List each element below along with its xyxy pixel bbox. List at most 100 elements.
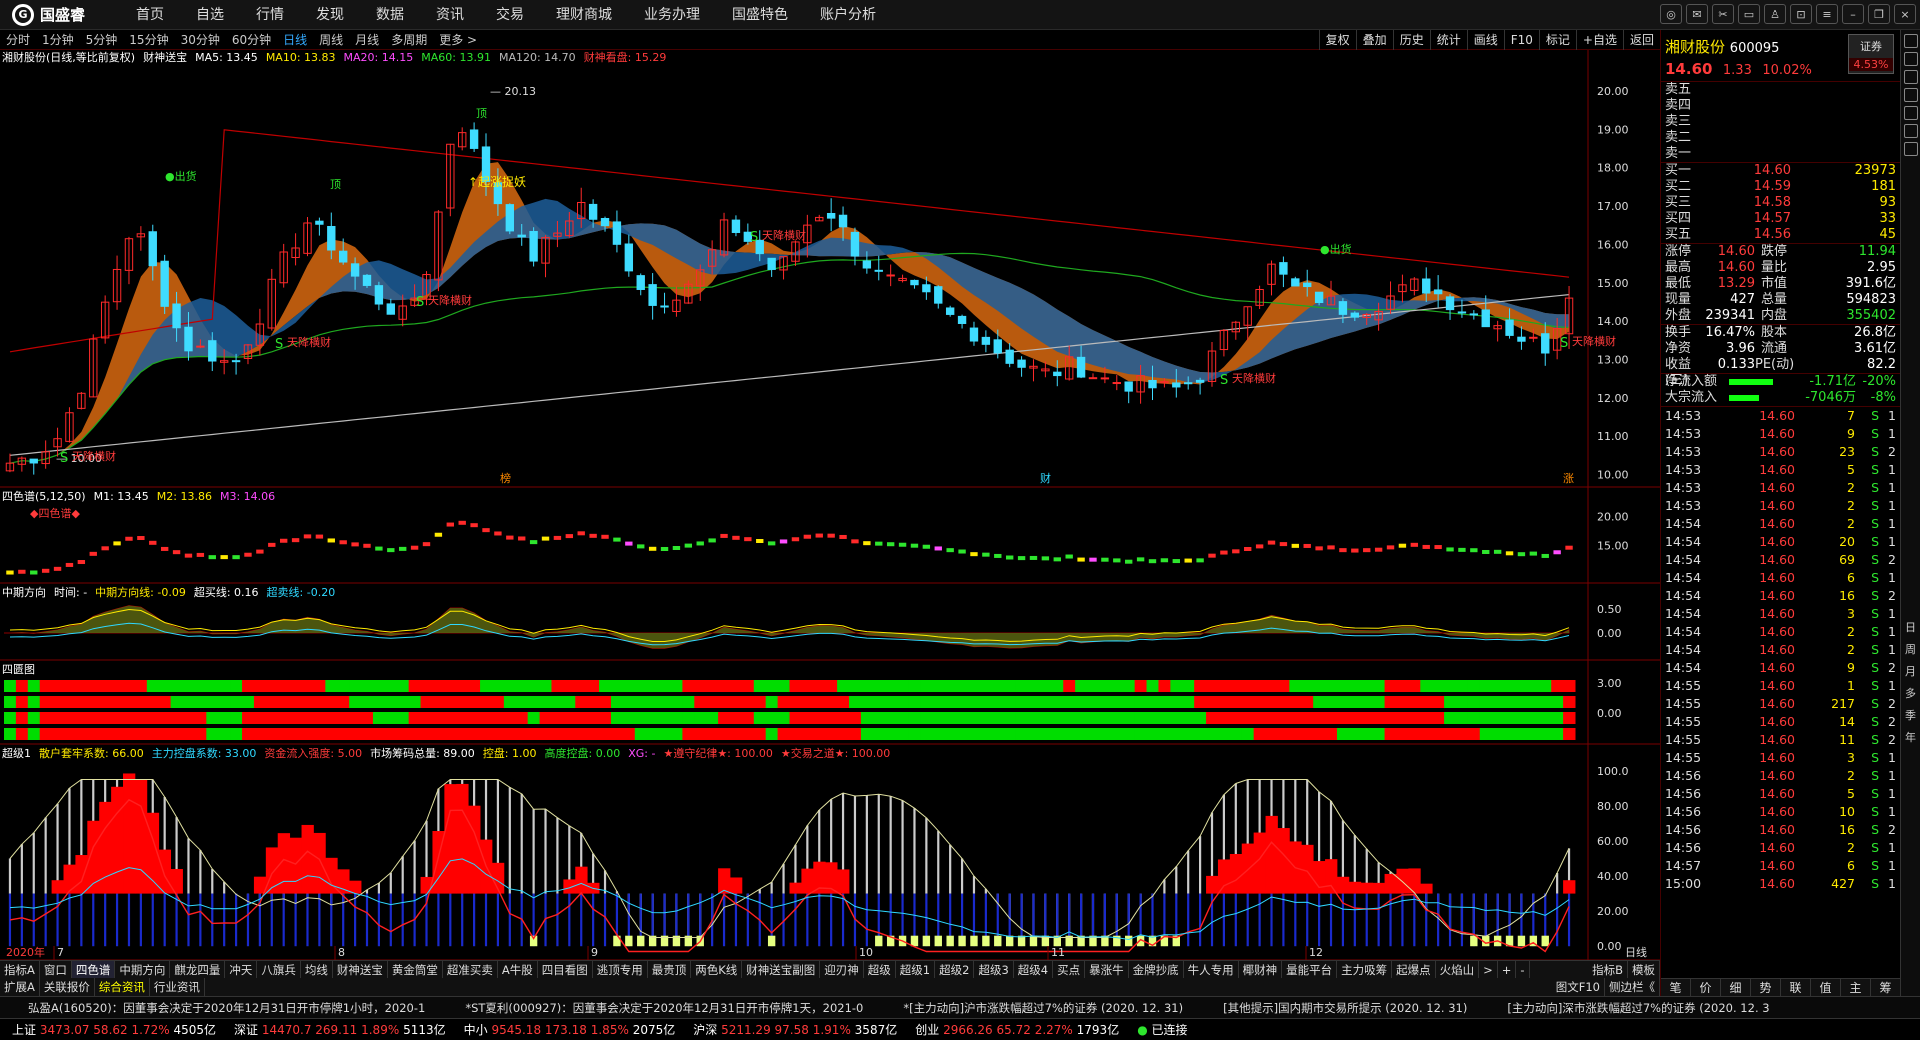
- indicator-tab-right-0[interactable]: 指标B: [1588, 961, 1628, 978]
- period-tab-2[interactable]: 5分钟: [80, 31, 124, 48]
- indicator-tab-20[interactable]: 超级2: [935, 961, 975, 978]
- period-tab-1[interactable]: 1分钟: [36, 31, 80, 48]
- indicator-tab-30[interactable]: 起爆点: [1392, 961, 1436, 978]
- chart-tool-5[interactable]: F10: [1503, 30, 1539, 50]
- indicator-tab-right-1[interactable]: 模板: [1628, 961, 1660, 978]
- sub3-name[interactable]: 四匮图: [2, 662, 35, 678]
- indicator-tab-33[interactable]: +: [1498, 961, 1517, 978]
- buy-level-1[interactable]: 买二 14.59 181: [1661, 179, 1900, 195]
- period-tab-7[interactable]: 周线: [313, 31, 349, 48]
- quote-tab-4[interactable]: 联: [1781, 979, 1811, 996]
- chart-tool-0[interactable]: 复权: [1318, 30, 1356, 50]
- minimize-icon[interactable]: –: [1842, 4, 1864, 24]
- indicator-tab-4[interactable]: 麒龙四量: [170, 961, 226, 978]
- sidebar-period-2[interactable]: 月: [1905, 664, 1916, 680]
- indicator-tab-1[interactable]: 窗口: [40, 961, 72, 978]
- nav-item-0[interactable]: 首页: [120, 0, 180, 30]
- info-tab-1[interactable]: 关联报价: [40, 978, 95, 996]
- chart-tool-4[interactable]: 画线: [1466, 30, 1504, 50]
- period-tab-9[interactable]: 多周期: [385, 31, 433, 48]
- indicator-tab-14[interactable]: 最贵顶: [648, 961, 692, 978]
- shirt-icon[interactable]: ♙: [1764, 4, 1786, 24]
- period-tab-5[interactable]: 60分钟: [226, 31, 277, 48]
- sidebar-period-0[interactable]: 日: [1905, 620, 1916, 636]
- buy-level-0[interactable]: 买一 14.60 23973: [1661, 163, 1900, 179]
- sub4-name[interactable]: 超级1: [2, 746, 31, 762]
- sidebar-period-5[interactable]: 年: [1905, 730, 1916, 746]
- up-arrow-icon[interactable]: [1903, 70, 1918, 84]
- nav-item-9[interactable]: 国盛特色: [716, 0, 804, 30]
- kline-chart-area[interactable]: 20.00 19.00 18.00 17.00 16.00 15.00 14.00 13.00…: [0, 50, 1660, 960]
- indicator-tab-31[interactable]: 火焰山: [1436, 961, 1480, 978]
- indicator-tab-18[interactable]: 超级: [864, 961, 896, 978]
- sh-index[interactable]: 上证 3473.07 58.62 1.72% 4505亿: [12, 1021, 216, 1038]
- cy-index[interactable]: 创业 2966.26 65.72 2.27% 1793亿: [915, 1021, 1119, 1038]
- kline-chart-svg[interactable]: 20.00 19.00 18.00 17.00 16.00 15.00 14.00 13.00…: [0, 50, 1660, 960]
- indicator-tab-34[interactable]: -: [1516, 961, 1530, 978]
- news-ticker[interactable]: 弘盈A(160520)：因董事会决定于2020年12月31日开市停牌1小时，20…: [0, 996, 1920, 1018]
- news-item-2[interactable]: *[主力动向]沪市涨跌幅超过7%的证券 (2020. 12. 31): [903, 1000, 1183, 1016]
- period-tab-0[interactable]: 分时: [0, 31, 36, 48]
- quote-tab-2[interactable]: 细: [1721, 979, 1751, 996]
- indicator-tab-7[interactable]: 均线: [301, 961, 333, 978]
- indicator-tab-9[interactable]: 黄金筒堂: [388, 961, 443, 978]
- indicator-tab-29[interactable]: 主力吸筹: [1337, 961, 1393, 978]
- quote-tab-3[interactable]: 势: [1751, 979, 1781, 996]
- period-tab-8[interactable]: 月线: [349, 31, 385, 48]
- indicator-tab-16[interactable]: 财神送宝副图: [742, 961, 821, 978]
- info-tab-2[interactable]: 综合资讯: [95, 978, 150, 996]
- chart-tool-2[interactable]: 历史: [1392, 30, 1430, 50]
- indicator-tab-3[interactable]: 中期方向: [115, 961, 171, 978]
- quote-tab-1[interactable]: 价: [1691, 979, 1721, 996]
- buy-level-4[interactable]: 买五 14.56 45: [1661, 227, 1900, 243]
- sector-badge[interactable]: 证券 4.53%: [1848, 34, 1894, 74]
- news-item-0[interactable]: 弘盈A(160520)：因董事会决定于2020年12月31日开市停牌1小时，20…: [28, 1000, 425, 1016]
- buy-level-3[interactable]: 买四 14.57 33: [1661, 211, 1900, 227]
- plus-icon[interactable]: [1903, 52, 1918, 66]
- sell-level-0[interactable]: 卖五: [1661, 82, 1900, 98]
- info-tab-3[interactable]: 行业资讯: [150, 978, 205, 996]
- indicator-tab-27[interactable]: 椰财神: [1239, 961, 1283, 978]
- quote-tab-0[interactable]: 笔: [1661, 979, 1691, 996]
- main-indicator-name[interactable]: 财神送宝: [143, 50, 187, 66]
- chart-tool-8[interactable]: 返回: [1622, 30, 1660, 50]
- maximize-icon[interactable]: ❐: [1868, 4, 1890, 24]
- indicator-tab-5[interactable]: 冲天: [225, 961, 258, 978]
- sell-level-1[interactable]: 卖四: [1661, 98, 1900, 114]
- close-icon[interactable]: ×: [1894, 4, 1916, 24]
- info-tab-right-0[interactable]: 图文F10: [1552, 978, 1605, 996]
- indicator-tab-19[interactable]: 超级1: [896, 961, 936, 978]
- info-tab-0[interactable]: 扩展A: [0, 978, 40, 996]
- quote-tab-6[interactable]: 主: [1841, 979, 1871, 996]
- chart-icon[interactable]: [1903, 142, 1918, 156]
- tick-list[interactable]: 14:53 14.60 7 S 1 14:53 14.60 9 S 1 14:53 14.60 23 S 2…: [1661, 407, 1900, 893]
- stock-name-code[interactable]: 湘财股份 600095: [1665, 36, 1779, 57]
- period-tab-10[interactable]: 更多 >: [433, 31, 483, 48]
- zx-index[interactable]: 中小 9545.18 173.18 1.85% 2075亿: [464, 1021, 676, 1038]
- minus-icon[interactable]: [1903, 34, 1918, 48]
- chart-tool-1[interactable]: 叠加: [1355, 30, 1393, 50]
- indicator-tab-12[interactable]: 四目看图: [538, 961, 593, 978]
- sz-index[interactable]: 深证 14470.7 269.11 1.89% 5113亿: [234, 1021, 446, 1038]
- indicator-tab-15[interactable]: 两色K线: [691, 961, 743, 978]
- nav-item-2[interactable]: 行情: [240, 0, 300, 30]
- indicator-tab-17[interactable]: 迎刃神: [820, 961, 864, 978]
- nav-item-6[interactable]: 交易: [480, 0, 540, 30]
- nav-item-10[interactable]: 账户分析: [804, 0, 892, 30]
- sell-level-4[interactable]: 卖一: [1661, 146, 1900, 162]
- nav-item-8[interactable]: 业务办理: [628, 0, 716, 30]
- nav-item-5[interactable]: 资讯: [420, 0, 480, 30]
- chart-tool-7[interactable]: +自选: [1575, 30, 1623, 50]
- lock-icon[interactable]: ⊡: [1790, 4, 1812, 24]
- monitor-icon[interactable]: ▭: [1738, 4, 1760, 24]
- nav-item-4[interactable]: 数据: [360, 0, 420, 30]
- indicator-tab-32[interactable]: >: [1479, 961, 1498, 978]
- indicator-tab-26[interactable]: 牛人专用: [1184, 961, 1239, 978]
- indicator-tab-24[interactable]: 暴涨牛: [1085, 961, 1129, 978]
- menu-icon[interactable]: ≡: [1816, 4, 1838, 24]
- nav-item-1[interactable]: 自选: [180, 0, 240, 30]
- chart-tool-6[interactable]: 标记: [1538, 30, 1576, 50]
- nav-item-7[interactable]: 理财商城: [540, 0, 628, 30]
- sidebar-period-1[interactable]: 周: [1905, 642, 1916, 658]
- sell-level-3[interactable]: 卖二: [1661, 130, 1900, 146]
